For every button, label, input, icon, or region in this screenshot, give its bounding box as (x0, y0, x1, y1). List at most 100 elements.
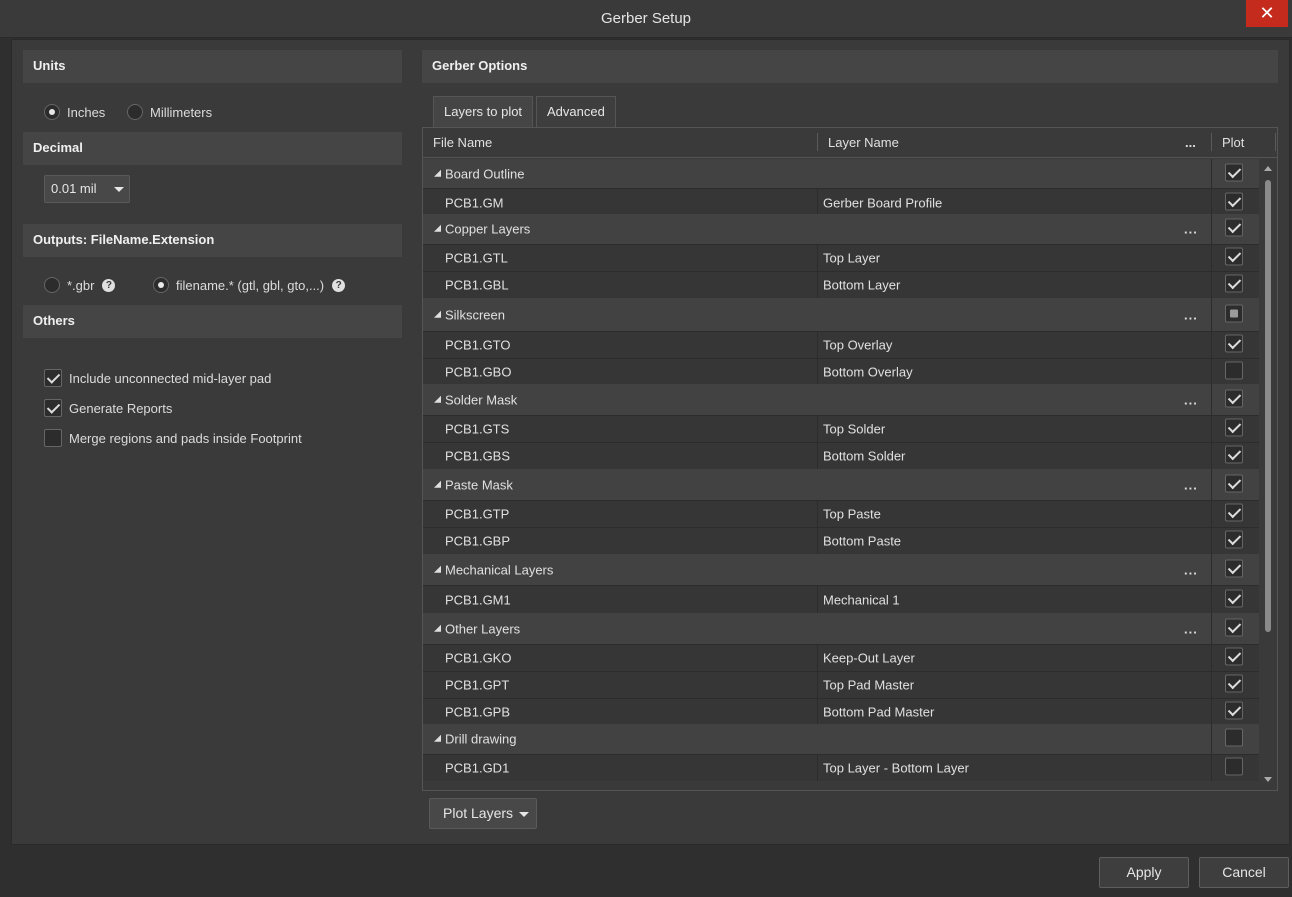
more-options-button[interactable]: ... (1184, 222, 1198, 237)
collapse-triangle-icon[interactable] (434, 480, 441, 488)
table-row[interactable]: PCB1.GKO Keep-Out Layer (423, 644, 1259, 671)
checkbox-icon[interactable] (1225, 674, 1243, 693)
checkbox-icon[interactable] (1225, 757, 1243, 776)
checkbox-icon[interactable] (1225, 418, 1243, 437)
group-row[interactable]: Mechanical Layers... (423, 554, 1259, 585)
table-row[interactable]: PCB1.GBS Bottom Solder (423, 442, 1259, 469)
group-plot-checkbox[interactable] (1225, 304, 1243, 325)
table-row[interactable]: PCB1.GTO Top Overlay (423, 331, 1259, 358)
collapse-triangle-icon[interactable] (434, 224, 441, 232)
decimal-dropdown[interactable]: 0.01 mil (44, 175, 130, 203)
table-row[interactable]: PCB1.GM1 Mechanical 1 (423, 585, 1259, 613)
table-row[interactable]: PCB1.GBP Bottom Paste (423, 527, 1259, 554)
plot-checkbox[interactable] (1225, 445, 1243, 467)
col-plot[interactable]: Plot (1222, 135, 1244, 150)
units-millimeters-option[interactable]: Millimeters (127, 104, 212, 120)
checkbox-icon[interactable] (1225, 218, 1243, 237)
output-filename-option[interactable]: filename.* (gtl, gbl, gto,...) ? (153, 277, 346, 293)
group-row[interactable]: Copper Layers... (423, 214, 1259, 244)
tab-layers-to-plot[interactable]: Layers to plot (433, 96, 534, 127)
scroll-thumb[interactable] (1265, 180, 1271, 632)
col-divider[interactable] (1211, 133, 1212, 151)
more-options-button[interactable]: ... (1184, 392, 1198, 407)
plot-checkbox[interactable] (1225, 757, 1243, 779)
plot-checkbox[interactable] (1225, 247, 1243, 269)
group-plot-checkbox[interactable] (1225, 728, 1243, 750)
more-options-button[interactable]: ... (1184, 562, 1198, 577)
vertical-scrollbar[interactable] (1260, 158, 1277, 790)
checkbox-icon[interactable] (1225, 530, 1243, 549)
units-inches-option[interactable]: Inches (44, 104, 105, 120)
radio-icon[interactable] (44, 104, 60, 120)
table-row[interactable]: PCB1.GM Gerber Board Profile (423, 188, 1259, 216)
more-options-button[interactable]: ... (1184, 307, 1198, 322)
checkbox-icon[interactable] (1225, 647, 1243, 666)
table-row[interactable]: PCB1.GTP Top Paste (423, 500, 1259, 527)
group-plot-checkbox[interactable] (1225, 618, 1243, 639)
help-icon[interactable]: ? (332, 278, 346, 292)
table-row[interactable]: PCB1.GPB Bottom Pad Master (423, 698, 1259, 724)
group-plot-checkbox[interactable] (1225, 218, 1243, 240)
checkbox-icon[interactable] (1225, 247, 1243, 266)
check-include-unconnected[interactable]: Include unconnected mid-layer pad (44, 369, 271, 387)
output-gbr-option[interactable]: *.gbr ? (44, 277, 116, 293)
collapse-triangle-icon[interactable] (434, 169, 441, 177)
checkbox-icon[interactable] (1225, 701, 1243, 719)
plot-checkbox[interactable] (1225, 701, 1243, 722)
checkbox-icon[interactable] (44, 399, 62, 417)
checkbox-icon[interactable] (1225, 728, 1243, 747)
plot-checkbox[interactable] (1225, 334, 1243, 356)
plot-checkbox[interactable] (1225, 647, 1243, 669)
checkbox-icon[interactable] (1225, 389, 1243, 407)
checkbox-icon[interactable] (1225, 618, 1243, 636)
more-options-button[interactable]: ... (1184, 621, 1198, 636)
plot-checkbox[interactable] (1225, 530, 1243, 552)
table-row[interactable]: PCB1.GTL Top Layer (423, 244, 1259, 271)
plot-checkbox[interactable] (1225, 361, 1243, 382)
close-button[interactable]: ✕ (1246, 0, 1288, 27)
plot-checkbox[interactable] (1225, 192, 1243, 213)
table-row[interactable]: PCB1.GTS Top Solder (423, 415, 1259, 442)
cancel-button[interactable]: Cancel (1199, 857, 1289, 888)
checkbox-icon[interactable] (1225, 589, 1243, 607)
col-more[interactable]: ... (1185, 135, 1196, 150)
group-row[interactable]: Silkscreen... (423, 298, 1259, 331)
table-row[interactable]: PCB1.GBO Bottom Overlay (423, 358, 1259, 384)
checkbox-icon[interactable] (1225, 445, 1243, 464)
plot-checkbox[interactable] (1225, 418, 1243, 440)
check-merge-regions[interactable]: Merge regions and pads inside Footprint (44, 429, 302, 447)
checkbox-icon[interactable] (1225, 503, 1243, 522)
apply-button[interactable]: Apply (1099, 857, 1189, 888)
group-row[interactable]: Other Layers... (423, 613, 1259, 644)
plot-checkbox[interactable] (1225, 589, 1243, 610)
col-file-name[interactable]: File Name (433, 135, 492, 150)
checkbox-icon[interactable] (1225, 274, 1243, 293)
radio-icon[interactable] (127, 104, 143, 120)
tab-advanced[interactable]: Advanced (536, 96, 616, 127)
scroll-up-icon[interactable] (1264, 166, 1272, 171)
group-plot-checkbox[interactable] (1225, 474, 1243, 495)
radio-icon[interactable] (153, 277, 169, 293)
collapse-triangle-icon[interactable] (434, 310, 441, 318)
collapse-triangle-icon[interactable] (434, 395, 441, 403)
col-layer-name[interactable]: Layer Name (828, 135, 899, 150)
checkbox-icon[interactable] (1225, 559, 1243, 577)
table-row[interactable]: PCB1.GPT Top Pad Master (423, 671, 1259, 698)
plot-checkbox[interactable] (1225, 674, 1243, 696)
group-row[interactable]: Solder Mask... (423, 384, 1259, 415)
checkbox-icon[interactable] (44, 429, 62, 447)
checkbox-icon[interactable] (1225, 334, 1243, 353)
col-divider[interactable] (817, 133, 818, 151)
checkbox-icon[interactable] (1225, 361, 1243, 379)
plot-checkbox[interactable] (1225, 503, 1243, 525)
check-generate-reports[interactable]: Generate Reports (44, 399, 172, 417)
checkbox-icon[interactable] (44, 369, 62, 387)
group-plot-checkbox[interactable] (1225, 163, 1243, 185)
table-row[interactable]: PCB1.GD1 Top Layer - Bottom Layer (423, 754, 1259, 781)
group-plot-checkbox[interactable] (1225, 389, 1243, 410)
checkbox-icon[interactable] (1225, 163, 1243, 182)
checkbox-icon[interactable] (1225, 192, 1243, 210)
group-plot-checkbox[interactable] (1225, 559, 1243, 580)
checkbox-icon[interactable] (1225, 304, 1243, 322)
table-row[interactable]: PCB1.GBL Bottom Layer (423, 271, 1259, 298)
